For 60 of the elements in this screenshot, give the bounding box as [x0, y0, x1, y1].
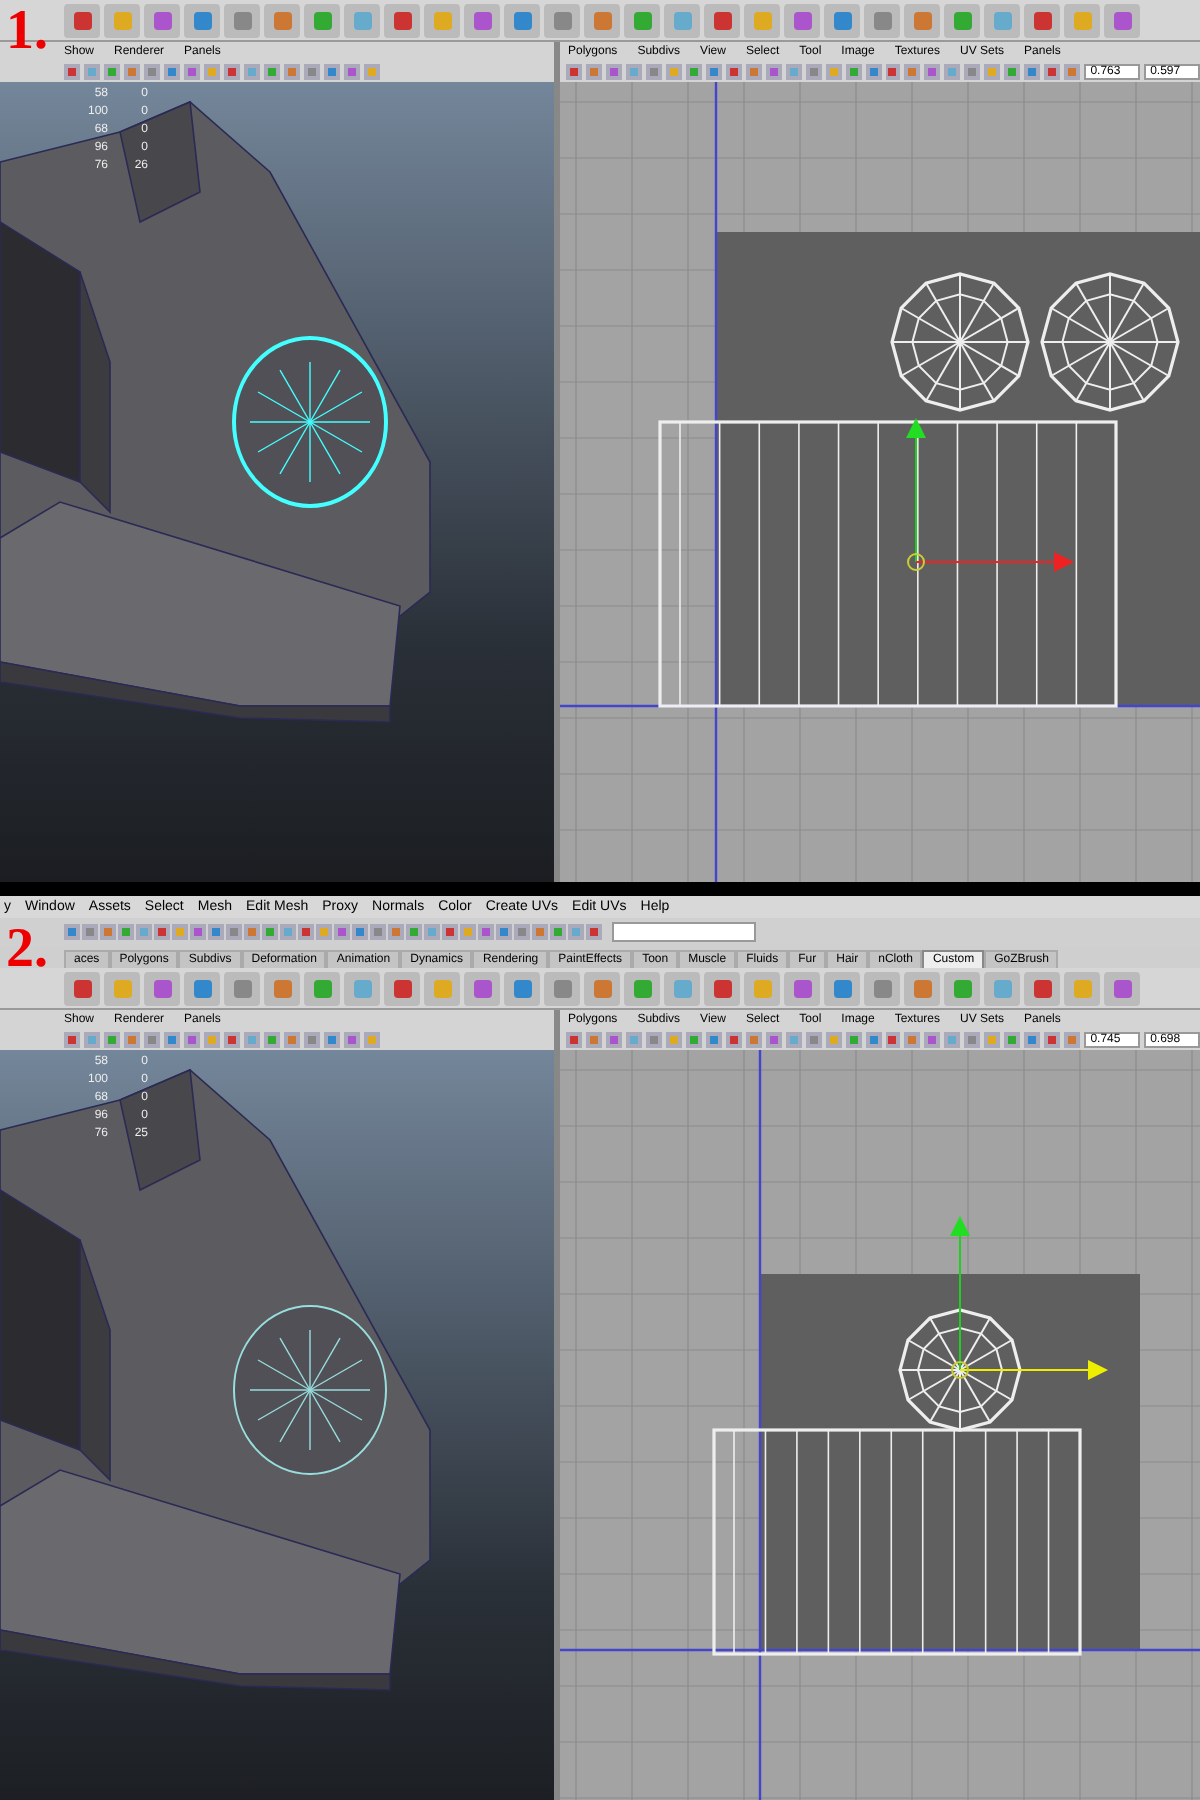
shelf-icon[interactable] [864, 3, 900, 37]
shelf-icon[interactable] [824, 3, 860, 37]
uv-shell-drawing [898, 1308, 1022, 1432]
shelf-icon[interactable] [384, 3, 420, 37]
shelf-icon[interactable] [944, 971, 980, 1005]
shelf-icon[interactable] [104, 3, 140, 37]
shelf-icon[interactable] [624, 971, 660, 1005]
shelf-icon[interactable] [744, 3, 780, 37]
shelf-icon[interactable] [984, 3, 1020, 37]
shelf-icon[interactable] [904, 971, 940, 1005]
shelf-icon[interactable] [64, 971, 100, 1005]
shelf-icon[interactable] [344, 3, 380, 37]
uv-shell-drawing [890, 272, 1030, 412]
shelf-icon[interactable] [384, 971, 420, 1005]
shelf-icon[interactable] [504, 971, 540, 1005]
shelf-icon[interactable] [464, 971, 500, 1005]
shelf-icon[interactable] [64, 3, 100, 37]
shelf-icon[interactable] [224, 3, 260, 37]
shelf-icon[interactable] [544, 971, 580, 1005]
shelf-icon[interactable] [544, 3, 580, 37]
uv-shell-drawing [1040, 272, 1180, 412]
shelf-icon[interactable] [424, 3, 460, 37]
shelf-icon[interactable] [184, 3, 220, 37]
shelf-icon[interactable] [584, 3, 620, 37]
shelf-icon[interactable] [464, 3, 500, 37]
step-number: 2. [6, 922, 50, 978]
shelf-icon[interactable] [264, 3, 300, 37]
shelf-icon[interactable] [824, 971, 860, 1005]
shelf-icon[interactable] [1024, 3, 1060, 37]
shelf-icon[interactable] [664, 3, 700, 37]
shelf-icon[interactable] [1064, 971, 1100, 1005]
shelf-icon[interactable] [1024, 971, 1060, 1005]
shelf-icon[interactable] [424, 971, 460, 1005]
shelf-icon[interactable] [184, 971, 220, 1005]
shelf-icon[interactable] [104, 971, 140, 1005]
shelf-icon[interactable] [784, 971, 820, 1005]
shelf-icon[interactable] [1064, 3, 1100, 37]
shelf-icon[interactable] [744, 971, 780, 1005]
shelf-icon[interactable] [344, 971, 380, 1005]
shelf-icon[interactable] [304, 971, 340, 1005]
shelf-icon[interactable] [304, 3, 340, 37]
shelf-icon[interactable] [224, 971, 260, 1005]
shelf-icon[interactable] [584, 971, 620, 1005]
shelf-icon[interactable] [704, 3, 740, 37]
shelf-icon[interactable] [704, 971, 740, 1005]
shelf-icon[interactable] [264, 971, 300, 1005]
shelf-icon[interactable] [1104, 3, 1140, 37]
shelf-icon[interactable] [864, 971, 900, 1005]
shelf-icon[interactable] [1104, 971, 1140, 1005]
input-field[interactable] [612, 922, 756, 942]
step-number: 1. [6, 4, 50, 60]
shelf-icon[interactable] [984, 971, 1020, 1005]
shelf-icon[interactable] [944, 3, 980, 37]
shelf-icon[interactable] [144, 3, 180, 37]
shelf-icon[interactable] [144, 971, 180, 1005]
shelf-icon[interactable] [664, 971, 700, 1005]
shelf-icon[interactable] [504, 3, 540, 37]
shelf-icon[interactable] [624, 3, 660, 37]
shelf-icon[interactable] [784, 3, 820, 37]
shelf-icon[interactable] [904, 3, 940, 37]
